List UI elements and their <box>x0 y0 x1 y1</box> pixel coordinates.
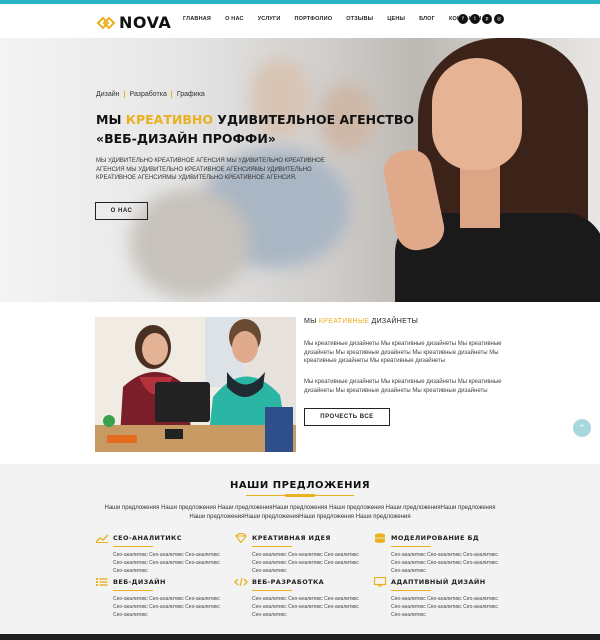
feature-text: Сео-аналитикс Сео-аналитикс Сео-аналитик… <box>391 596 498 618</box>
feature-divider <box>113 590 153 591</box>
offers-subtitle: Наши предложения Наши предложения Наши п… <box>104 505 496 520</box>
nav-prices[interactable]: ЦЕНЫ <box>387 16 405 22</box>
social-links: f t p ◎ <box>458 14 506 24</box>
hero-bg-shape <box>130 188 250 298</box>
feature-text: Сео-аналитикс Сео-аналитикс Сео-аналитик… <box>391 552 498 574</box>
about-title: МЫ КРЕАТИВНЫЕ ДИЗАЙНЕТЫ <box>304 318 418 325</box>
feature-text: Сео-аналитикс Сео-аналитикс Сео-аналитик… <box>252 596 359 618</box>
code-icon <box>234 577 248 587</box>
feature-seo[interactable]: СЕО-АНАЛИТИКС Сео-аналитикс Сео-аналитик… <box>95 533 225 575</box>
about-title-pre: МЫ <box>304 318 319 325</box>
logo-text: NOVA <box>119 13 172 32</box>
about-us-button[interactable]: О НАС <box>95 202 148 220</box>
feature-divider <box>113 546 153 547</box>
feature-responsive[interactable]: АДАПТИВНЫЙ ДИЗАЙН Сео-аналитикс Сео-анал… <box>373 577 503 619</box>
nav-portfolio[interactable]: ПОРТФОЛИО <box>295 16 333 22</box>
about-title-accent: КРЕАТИВНЫЕ <box>318 318 370 325</box>
nav-services[interactable]: УСЛУГИ <box>258 16 281 22</box>
feature-text: Сео-аналитикс Сео-аналитикс Сео-аналитик… <box>113 552 220 574</box>
chart-icon <box>95 534 109 543</box>
instagram-icon[interactable]: ◎ <box>494 14 504 24</box>
hero-tag[interactable]: Разработка <box>130 91 172 98</box>
hero-tag[interactable]: Графика <box>177 91 209 98</box>
monitor-icon <box>373 577 387 587</box>
database-icon <box>375 533 385 543</box>
hero-tag[interactable]: Дизайн <box>96 91 125 98</box>
feature-db[interactable]: МОДЕЛИРОВАНИЕ БД Сео-аналитикс Сео-анали… <box>373 533 503 575</box>
feature-title: КРЕАТИВНАЯ ИДЕЯ <box>252 534 331 542</box>
about-paragraph: Мы креативные дизайнеты Мы креативные ди… <box>304 341 502 364</box>
list-icon <box>96 578 108 586</box>
scroll-top-button[interactable]: ⌃ <box>573 419 591 437</box>
twitter-icon[interactable]: t <box>470 14 480 24</box>
offers-title: НАШИ ПРЕДЛОЖЕНИЯ <box>229 480 371 491</box>
feature-text: Сео-аналитикс Сео-аналитикс Сео-аналитик… <box>113 596 220 618</box>
feature-divider <box>391 590 431 591</box>
hero-section: Дизайн Разработка Графика МЫ КРЕАТИВНО У… <box>0 38 600 302</box>
feature-title: СЕО-АНАЛИТИКС <box>113 534 182 542</box>
feature-text: Сео-аналитикс Сео-аналитикс Сео-аналитик… <box>252 552 359 574</box>
read-all-button[interactable]: ПРОЧЕСТЬ ВСЕ <box>304 408 390 426</box>
hero-text: МЫ УДИВИТЕЛЬНО КРЕАТИВНОЕ АГЕНСИЯ МЫ УДИ… <box>96 158 325 181</box>
nav-blog[interactable]: БЛОГ <box>419 16 435 22</box>
site-header: NOVA ГЛАВНАЯ О НАС УСЛУГИ ПОРТФОЛИО ОТЗЫ… <box>0 4 600 38</box>
feature-webdesign[interactable]: ВЕБ-ДИЗАЙН Сео-аналитикс Сео-аналитикс С… <box>95 577 225 619</box>
hero-title: МЫ КРЕАТИВНО УДИВИТЕЛЬНОЕ АГЕНСТВО «ВЕБ-… <box>96 110 416 148</box>
footer-strip <box>0 634 600 640</box>
team-photo <box>95 317 296 452</box>
feature-title: ВЕБ-ДИЗАЙН <box>113 578 166 586</box>
feature-divider <box>252 546 292 547</box>
nav-about[interactable]: О НАС <box>225 16 244 22</box>
about-image <box>95 317 296 452</box>
main-nav: ГЛАВНАЯ О НАС УСЛУГИ ПОРТФОЛИО ОТЗЫВЫ ЦЕ… <box>183 16 495 22</box>
about-paragraph: Мы креативные дизайнеты Мы креативные ди… <box>304 379 502 394</box>
offers-divider-accent <box>285 494 315 497</box>
about-title-post: ДИЗАЙНЕТЫ <box>369 318 419 325</box>
feature-webdev[interactable]: ВЕБ-РАЗРАБОТКА Сео-аналитикс Сео-аналити… <box>234 577 364 619</box>
logo-icon <box>96 16 116 29</box>
feature-divider <box>252 590 292 591</box>
diamond-icon <box>235 533 247 543</box>
hero-title-pre: МЫ <box>96 112 126 127</box>
hero-title-accent: КРЕАТИВНО <box>125 112 213 127</box>
feature-divider <box>391 546 431 547</box>
feature-title: МОДЕЛИРОВАНИЕ БД <box>391 534 480 542</box>
hero-tags: Дизайн Разработка Графика <box>96 91 214 98</box>
logo[interactable]: NOVA <box>96 13 171 32</box>
feature-title: АДАПТИВНЫЙ ДИЗАЙН <box>391 578 486 586</box>
feature-creative[interactable]: КРЕАТИВНАЯ ИДЕЯ Сео-аналитикс Сео-аналит… <box>234 533 364 575</box>
pinterest-icon[interactable]: p <box>482 14 492 24</box>
nav-home[interactable]: ГЛАВНАЯ <box>183 16 211 22</box>
hero-woman-face <box>432 58 522 170</box>
nav-reviews[interactable]: ОТЗЫВЫ <box>346 16 373 22</box>
feature-title: ВЕБ-РАЗРАБОТКА <box>252 578 325 586</box>
facebook-icon[interactable]: f <box>458 14 468 24</box>
offers-section: НАШИ ПРЕДЛОЖЕНИЯ Наши предложения Наши п… <box>0 464 600 634</box>
